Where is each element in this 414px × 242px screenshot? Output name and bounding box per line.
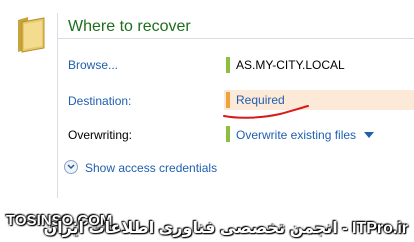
section-divider-vertical bbox=[57, 13, 58, 198]
status-ok-bar bbox=[226, 126, 230, 142]
watermark-right: انجمن تخصصی فناوری اطلاعات ایران - ITPro… bbox=[43, 220, 408, 237]
section-divider-horizontal bbox=[57, 38, 414, 39]
destination-link[interactable]: Destination: bbox=[68, 94, 131, 108]
show-access-credentials-link[interactable]: Show access credentials bbox=[85, 161, 217, 175]
status-ok-bar bbox=[226, 57, 230, 73]
chevron-down-icon[interactable] bbox=[364, 132, 374, 138]
section-title: Where to recover bbox=[68, 18, 191, 35]
red-underline-annotation bbox=[223, 105, 309, 119]
overwriting-label: Overwriting: bbox=[68, 128, 133, 142]
watermark: TOSINSO.COM انجمن تخصصی فناوری اطلاعات ا… bbox=[0, 206, 414, 242]
browse-value: AS.MY-CITY.LOCAL bbox=[236, 58, 345, 72]
expand-chevron-icon[interactable] bbox=[64, 160, 78, 174]
browse-link[interactable]: Browse... bbox=[68, 58, 118, 72]
folder-icon bbox=[18, 17, 45, 53]
overwrite-option-dropdown[interactable]: Overwrite existing files bbox=[236, 128, 356, 142]
